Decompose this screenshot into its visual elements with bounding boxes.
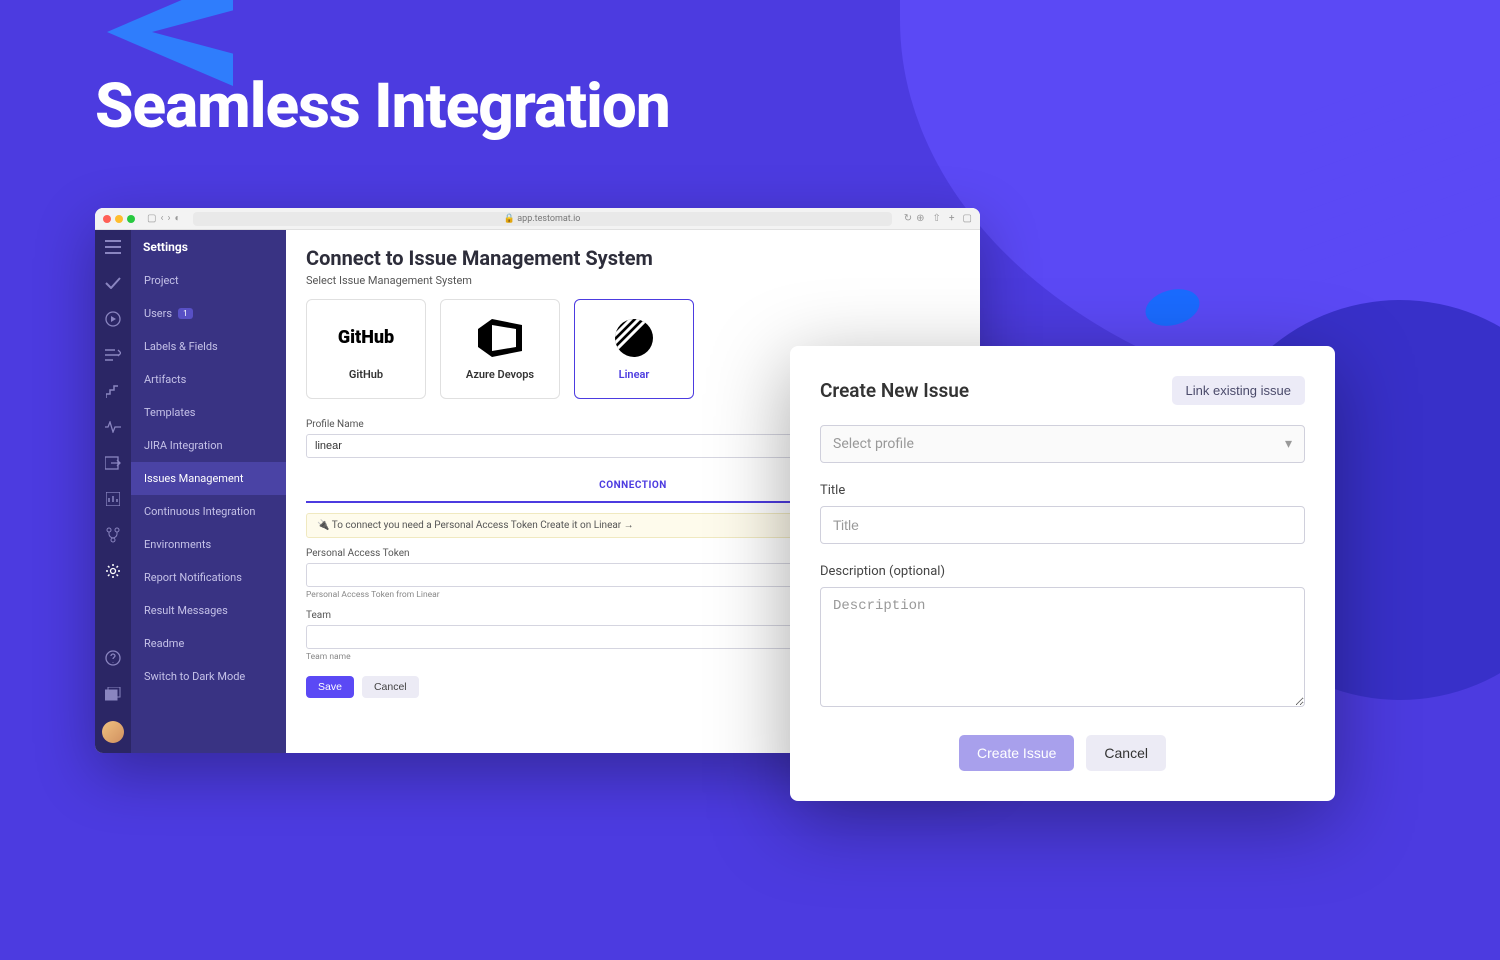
github-icon: GitHub (341, 318, 391, 358)
download-icon[interactable]: ⊕ (916, 213, 924, 224)
linear-icon (609, 318, 659, 358)
page-subtitle: Select Issue Management System (306, 274, 960, 287)
create-issue-modal: Create New Issue Link existing issue Sel… (790, 346, 1335, 801)
tabs-icon[interactable]: ▢ (963, 213, 972, 224)
sidebar: Settings Project Users1 Labels & Fields … (131, 230, 286, 753)
provider-label: GitHub (349, 368, 383, 381)
menu-icon[interactable] (104, 238, 122, 256)
play-icon[interactable] (104, 310, 122, 328)
sidebar-toggle-icon[interactable]: ▢ (147, 213, 156, 224)
url-text: app.testomat.io (517, 214, 580, 224)
description-input[interactable] (820, 587, 1305, 707)
modal-cancel-button[interactable]: Cancel (1086, 735, 1166, 771)
pulse-icon[interactable] (104, 418, 122, 436)
sidebar-item-readme[interactable]: Readme (131, 627, 286, 660)
title-label: Title (820, 483, 1305, 498)
sidebar-item-artifacts[interactable]: Artifacts (131, 363, 286, 396)
provider-linear[interactable]: Linear (574, 299, 694, 399)
branch-icon[interactable] (104, 526, 122, 544)
sidebar-item-users[interactable]: Users1 (131, 297, 286, 330)
sidebar-item-notifications[interactable]: Report Notifications (131, 561, 286, 594)
sidebar-item-labels[interactable]: Labels & Fields (131, 330, 286, 363)
sidebar-item-messages[interactable]: Result Messages (131, 594, 286, 627)
sidebar-item-ci[interactable]: Continuous Integration (131, 495, 286, 528)
hero-title: Seamless Integration (95, 70, 670, 143)
shield-icon[interactable]: ◐ (174, 213, 180, 224)
stairs-icon[interactable] (104, 382, 122, 400)
page-title: Connect to Issue Management System (306, 246, 960, 270)
provider-azure[interactable]: Azure Devops (440, 299, 560, 399)
settings-icon[interactable] (104, 562, 122, 580)
select-placeholder: Select profile (833, 436, 914, 452)
reload-icon[interactable]: ↻ (904, 213, 912, 224)
cancel-button[interactable]: Cancel (362, 676, 419, 698)
link-existing-button[interactable]: Link existing issue (1172, 376, 1306, 405)
share-icon[interactable]: ⇧ (932, 213, 940, 224)
newtab-icon[interactable]: + (949, 213, 955, 224)
profile-select[interactable]: Select profile ▾ (820, 425, 1305, 463)
chart-icon[interactable] (104, 490, 122, 508)
sidebar-header: Settings (131, 230, 286, 264)
help-icon[interactable] (104, 649, 122, 667)
sidebar-item-environments[interactable]: Environments (131, 528, 286, 561)
modal-title: Create New Issue (820, 379, 969, 402)
users-badge: 1 (178, 308, 193, 319)
check-icon[interactable] (104, 274, 122, 292)
minimize-icon[interactable] (115, 215, 123, 223)
description-label: Description (optional) (820, 564, 1305, 579)
provider-label: Azure Devops (466, 368, 534, 381)
chevron-down-icon: ▾ (1285, 436, 1292, 452)
url-bar[interactable]: 🔒 app.testomat.io (193, 212, 892, 226)
folders-icon[interactable] (104, 685, 122, 703)
forward-icon[interactable]: › (167, 213, 170, 224)
close-icon[interactable] (103, 215, 111, 223)
browser-chrome: ▢ ‹ › ◐ 🔒 app.testomat.io ↻ ⊕ ⇧ + ▢ (95, 208, 980, 230)
provider-label: Linear (619, 368, 650, 381)
list-icon[interactable] (104, 346, 122, 364)
title-input[interactable] (820, 506, 1305, 544)
icon-rail (95, 230, 131, 753)
back-icon[interactable]: ‹ (160, 213, 163, 224)
avatar[interactable] (102, 721, 124, 743)
azure-icon (475, 318, 525, 358)
provider-github[interactable]: GitHub GitHub (306, 299, 426, 399)
create-issue-button[interactable]: Create Issue (959, 735, 1074, 771)
import-icon[interactable] (104, 454, 122, 472)
sidebar-item-darkmode[interactable]: Switch to Dark Mode (131, 660, 286, 693)
sidebar-item-project[interactable]: Project (131, 264, 286, 297)
sidebar-item-jira[interactable]: JIRA Integration (131, 429, 286, 462)
sidebar-item-templates[interactable]: Templates (131, 396, 286, 429)
sidebar-item-issues[interactable]: Issues Management (131, 462, 286, 495)
bg-decoration (1300, 80, 1500, 380)
maximize-icon[interactable] (127, 215, 135, 223)
save-button[interactable]: Save (306, 676, 354, 698)
